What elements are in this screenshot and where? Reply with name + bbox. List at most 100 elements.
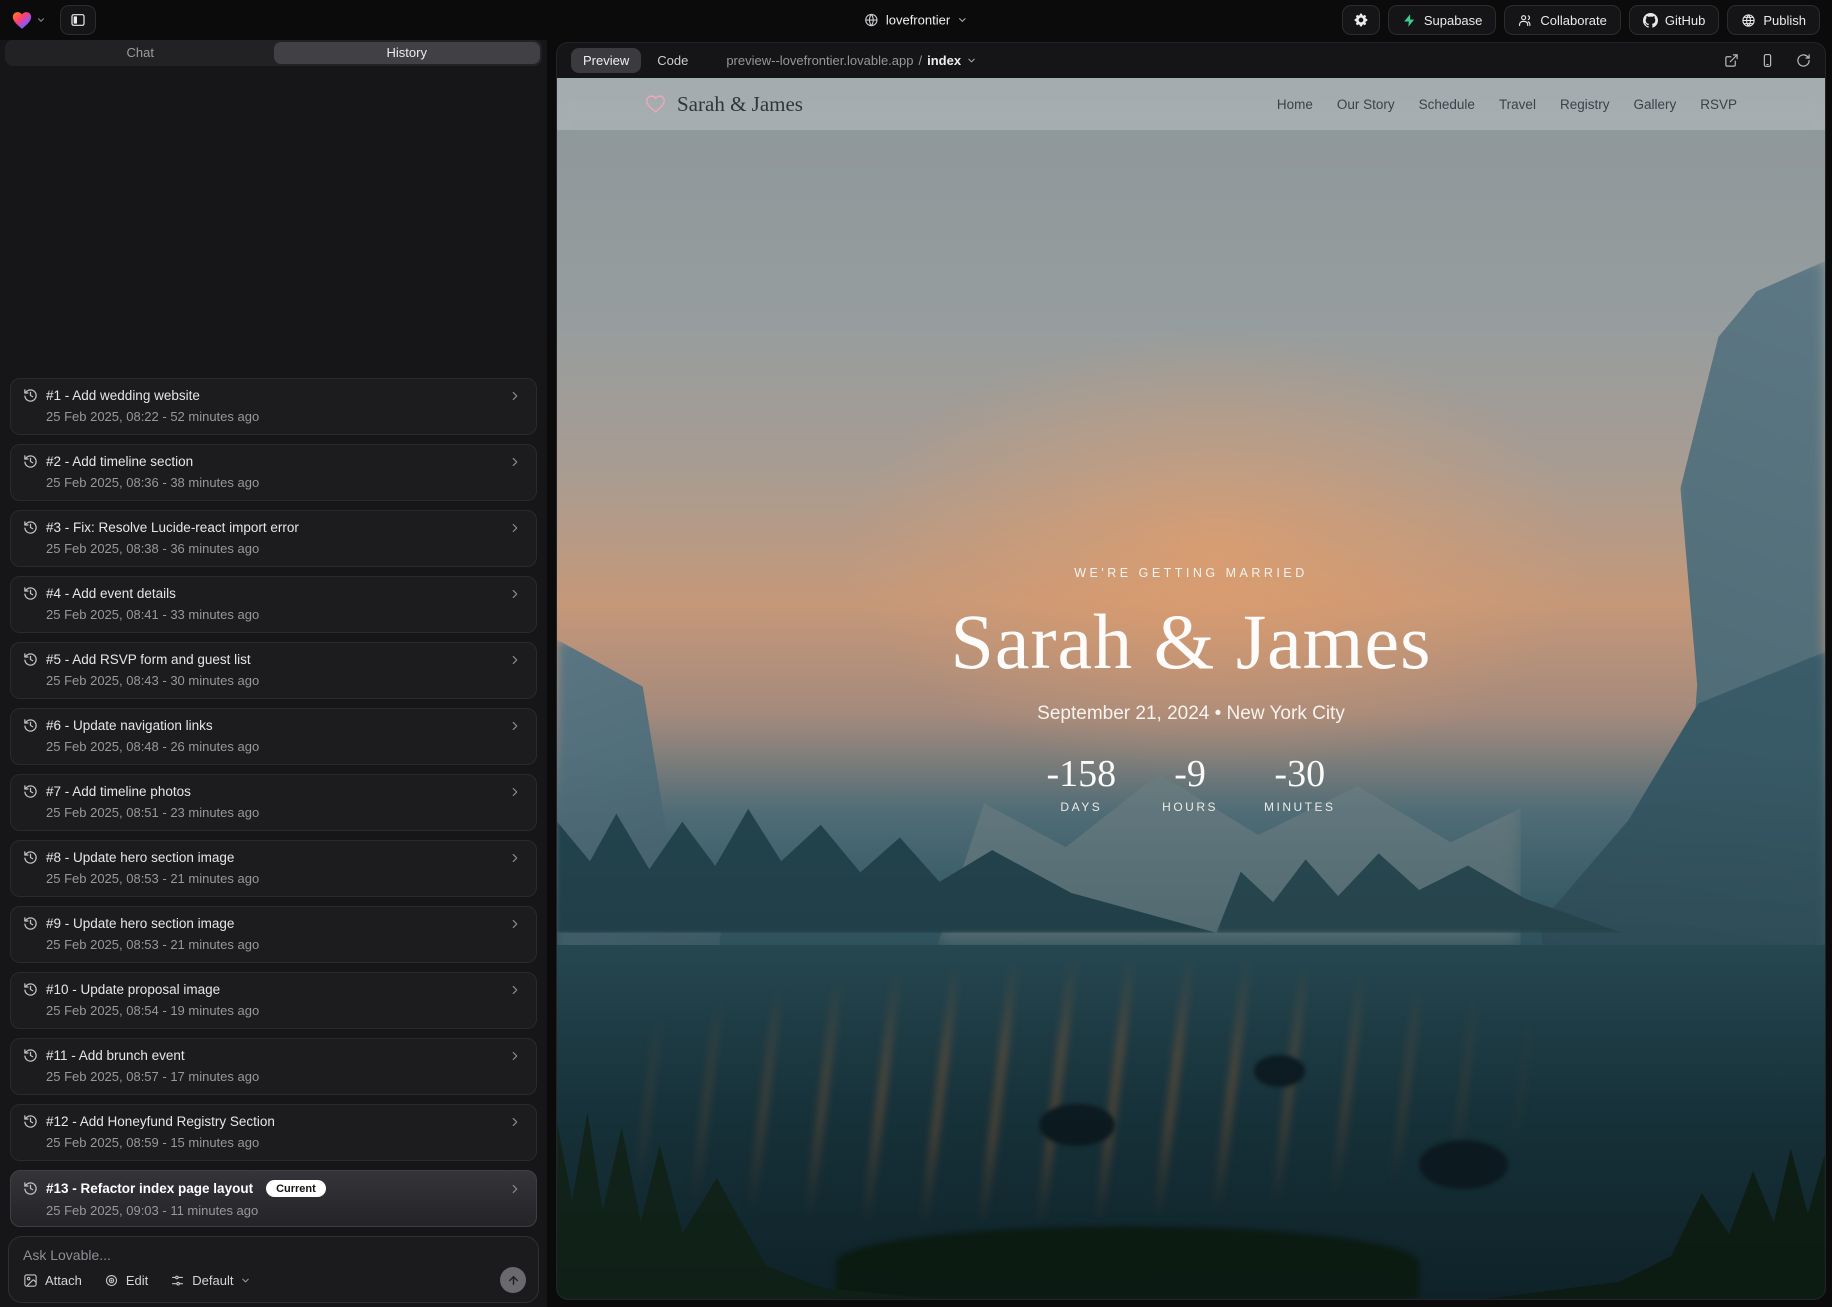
history-item-title: #12 - Add Honeyfund Registry Section	[46, 1114, 275, 1129]
preview-url[interactable]: preview--lovefrontier.lovable.app / inde…	[726, 53, 977, 68]
current-badge: Current	[266, 1180, 326, 1197]
toggle-sidebar-button[interactable]	[60, 5, 96, 35]
tab-code[interactable]: Code	[645, 48, 700, 73]
history-item-timestamp: 25 Feb 2025, 08:57 - 17 minutes ago	[23, 1069, 522, 1084]
countdown-value: -158	[1047, 755, 1117, 793]
site-nav-link[interactable]: Our Story	[1337, 97, 1395, 112]
site-nav-link[interactable]: Travel	[1499, 97, 1536, 112]
attach-button[interactable]: Attach	[23, 1273, 82, 1288]
history-item-title: #11 - Add brunch event	[46, 1048, 185, 1063]
history-item[interactable]: #3 - Fix: Resolve Lucide-react import er…	[10, 510, 537, 567]
countdown-label: DAYS	[1047, 800, 1117, 814]
attach-label: Attach	[45, 1273, 82, 1288]
tab-preview[interactable]: Preview	[571, 48, 641, 73]
lovable-heart-logo-icon	[12, 11, 32, 30]
sidebar-tabs: Chat History	[5, 40, 542, 66]
settings-button[interactable]	[1342, 5, 1380, 35]
preview-toolbar: Preview Code preview--lovefrontier.lovab…	[557, 43, 1825, 78]
history-item-title: #5 - Add RSVP form and guest list	[46, 652, 251, 667]
project-switcher[interactable]: lovefrontier	[864, 13, 968, 28]
history-item[interactable]: #5 - Add RSVP form and guest list 25 Feb…	[10, 642, 537, 699]
external-link-icon	[1724, 53, 1739, 68]
tab-chat[interactable]: Chat	[7, 42, 274, 64]
chevron-right-icon	[508, 455, 522, 469]
history-item[interactable]: #4 - Add event details 25 Feb 2025, 08:4…	[10, 576, 537, 633]
collaborate-button[interactable]: Collaborate	[1504, 5, 1621, 35]
lovable-logo-menu[interactable]	[12, 11, 46, 30]
history-icon	[23, 586, 38, 601]
chevron-right-icon	[508, 1115, 522, 1129]
history-item-title: #8 - Update hero section image	[46, 850, 234, 865]
open-external-button[interactable]	[1724, 53, 1739, 68]
mobile-view-button[interactable]	[1760, 53, 1775, 68]
preview-url-page: index	[927, 53, 961, 68]
chevron-right-icon	[508, 389, 522, 403]
publish-button[interactable]: Publish	[1727, 5, 1820, 35]
history-item[interactable]: #8 - Update hero section image 25 Feb 20…	[10, 840, 537, 897]
project-name: lovefrontier	[886, 13, 950, 28]
prompt-input[interactable]	[23, 1247, 526, 1265]
chevron-down-icon	[36, 15, 46, 25]
github-icon	[1643, 13, 1658, 28]
tab-history[interactable]: History	[274, 42, 541, 64]
site-nav-link[interactable]: Home	[1277, 97, 1313, 112]
site-nav-link[interactable]: Schedule	[1419, 97, 1475, 112]
history-item[interactable]: #2 - Add timeline section 25 Feb 2025, 0…	[10, 444, 537, 501]
preview-pane: Preview Code preview--lovefrontier.lovab…	[556, 42, 1826, 1300]
history-icon	[23, 1181, 38, 1196]
site-nav-link[interactable]: Registry	[1560, 97, 1610, 112]
chevron-right-icon	[508, 785, 522, 799]
history-item[interactable]: #13 - Refactor index page layout Current…	[10, 1170, 537, 1227]
site-brand[interactable]: Sarah & James	[645, 92, 803, 117]
countdown-label: HOURS	[1162, 800, 1218, 814]
chevron-right-icon	[508, 653, 522, 667]
history-item[interactable]: #7 - Add timeline photos 25 Feb 2025, 08…	[10, 774, 537, 831]
history-item-timestamp: 25 Feb 2025, 08:59 - 15 minutes ago	[23, 1135, 522, 1150]
history-item-timestamp: 25 Feb 2025, 09:03 - 11 minutes ago	[23, 1203, 522, 1218]
site-nav-link[interactable]: Gallery	[1633, 97, 1676, 112]
edit-button[interactable]: Edit	[104, 1273, 148, 1288]
edit-label: Edit	[126, 1273, 148, 1288]
history-icon	[23, 982, 38, 997]
history-list: #1 - Add wedding website 25 Feb 2025, 08…	[0, 378, 547, 1236]
users-icon	[1518, 13, 1533, 28]
chevron-down-icon	[957, 15, 968, 26]
gear-icon	[1353, 12, 1369, 28]
target-icon	[104, 1273, 119, 1288]
history-item[interactable]: #9 - Update hero section image 25 Feb 20…	[10, 906, 537, 963]
history-item-timestamp: 25 Feb 2025, 08:43 - 30 minutes ago	[23, 673, 522, 688]
topbar: lovefrontier Supabase Collab	[0, 0, 1832, 40]
history-icon	[23, 388, 38, 403]
history-item-title: #3 - Fix: Resolve Lucide-react import er…	[46, 520, 299, 535]
publish-label: Publish	[1763, 13, 1806, 28]
chevron-right-icon	[508, 521, 522, 535]
chevron-down-icon	[966, 55, 977, 66]
history-icon	[23, 1114, 38, 1129]
chevron-right-icon	[508, 1182, 522, 1196]
refresh-button[interactable]	[1796, 53, 1811, 68]
history-item[interactable]: #12 - Add Honeyfund Registry Section 25 …	[10, 1104, 537, 1161]
history-item[interactable]: #10 - Update proposal image 25 Feb 2025,…	[10, 972, 537, 1029]
history-item-title: #1 - Add wedding website	[46, 388, 200, 403]
send-button[interactable]	[500, 1267, 526, 1293]
history-item[interactable]: #6 - Update navigation links 25 Feb 2025…	[10, 708, 537, 765]
hero-date-location: September 21, 2024 • New York City	[557, 703, 1825, 725]
history-item-timestamp: 25 Feb 2025, 08:54 - 19 minutes ago	[23, 1003, 522, 1018]
site-nav-link[interactable]: RSVP	[1700, 97, 1737, 112]
refresh-icon	[1796, 53, 1811, 68]
github-button[interactable]: GitHub	[1629, 5, 1719, 35]
history-item-timestamp: 25 Feb 2025, 08:53 - 21 minutes ago	[23, 937, 522, 952]
sliders-icon	[170, 1273, 185, 1288]
hero-section: WE'RE GETTING MARRIED Sarah & James Sept…	[557, 566, 1825, 814]
lovable-app: lovefrontier Supabase Collab	[0, 0, 1832, 1307]
history-icon	[23, 652, 38, 667]
history-item[interactable]: #11 - Add brunch event 25 Feb 2025, 08:5…	[10, 1038, 537, 1095]
mode-select[interactable]: Default	[170, 1273, 251, 1288]
preview-url-separator: /	[918, 53, 922, 68]
supabase-button[interactable]: Supabase	[1388, 5, 1497, 35]
globe-icon	[864, 13, 879, 28]
smartphone-icon	[1760, 53, 1775, 68]
site-header: Sarah & James Home Our Story Schedule Tr…	[557, 78, 1825, 130]
heart-outline-icon	[645, 94, 666, 114]
history-item[interactable]: #1 - Add wedding website 25 Feb 2025, 08…	[10, 378, 537, 435]
